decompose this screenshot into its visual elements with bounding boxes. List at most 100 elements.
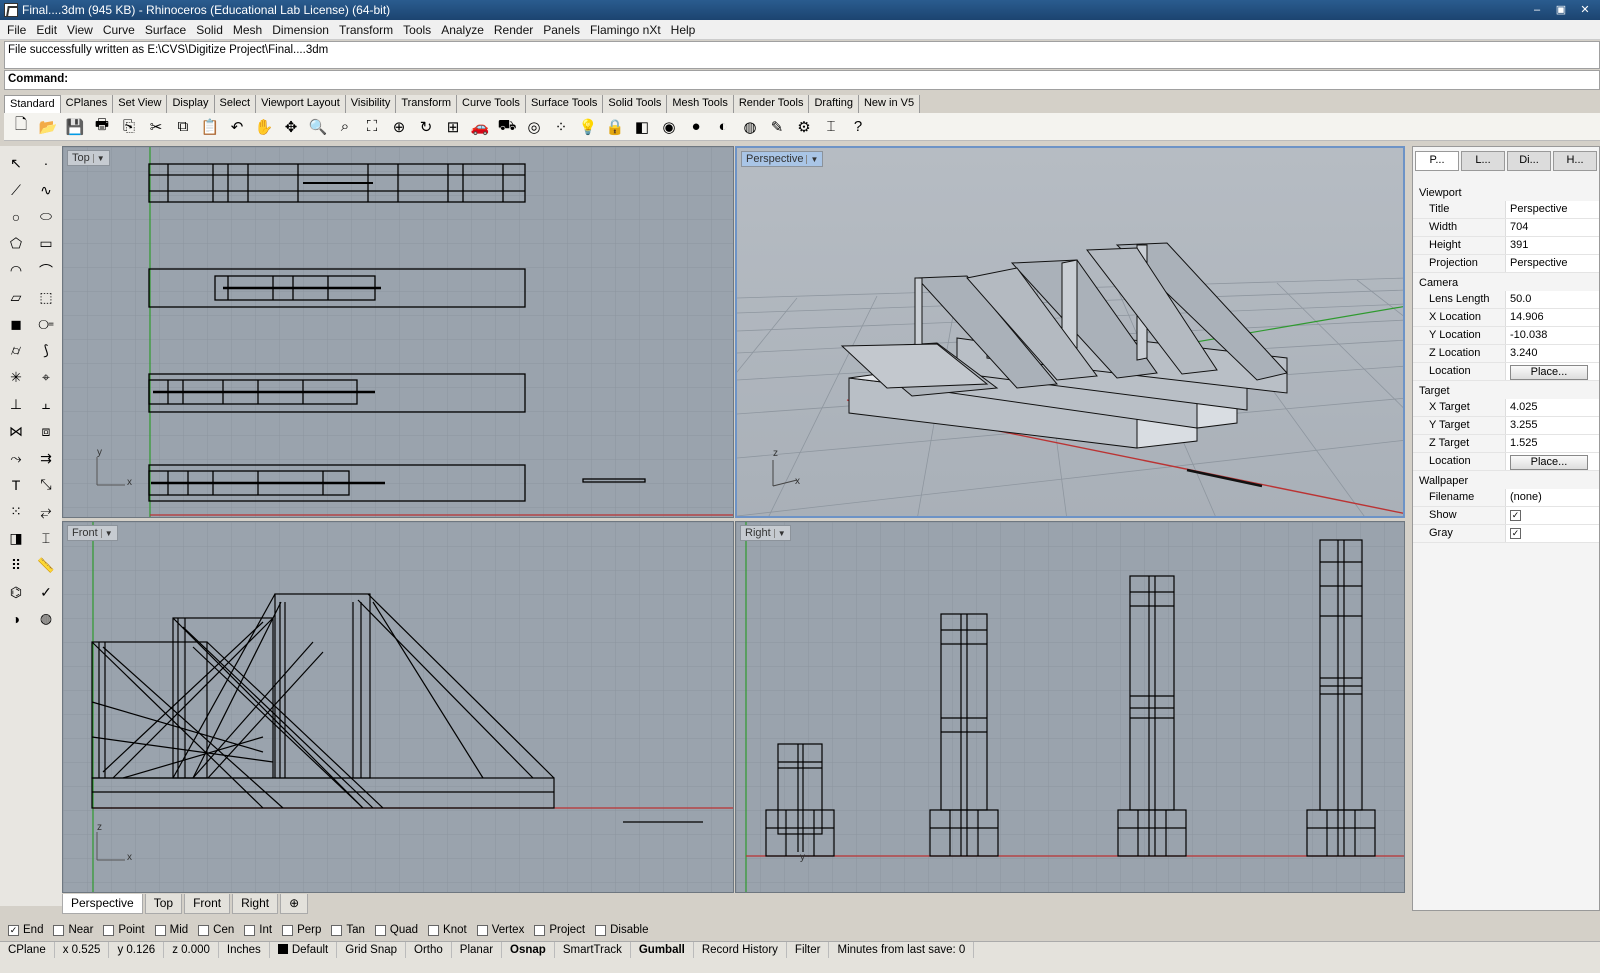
prop-value-ztarget[interactable]: 1.525 bbox=[1505, 435, 1599, 452]
zoom-selected-icon[interactable]: ⊕ bbox=[386, 115, 412, 139]
target-place-button[interactable]: Place... bbox=[1510, 455, 1588, 470]
shaded-sphere-icon[interactable]: ◐ bbox=[710, 115, 736, 139]
dimension-icon[interactable]: ⌶ bbox=[818, 115, 844, 139]
osnap-checkbox[interactable] bbox=[154, 924, 166, 936]
chevron-down-icon[interactable]: ▼ bbox=[773, 528, 786, 538]
osnap-checkbox[interactable]: ✓ bbox=[8, 924, 19, 936]
box-icon[interactable]: ◼ bbox=[1, 311, 31, 338]
osnap-checkbox[interactable] bbox=[428, 924, 440, 936]
cut-icon[interactable]: ✂ bbox=[143, 115, 169, 139]
maximize-button[interactable]: ▣ bbox=[1550, 2, 1572, 17]
osnap-checkbox[interactable] bbox=[534, 924, 546, 936]
zoom-window-icon[interactable]: ⌕ bbox=[332, 115, 358, 139]
menu-panels[interactable]: Panels bbox=[538, 23, 585, 37]
osnap-disable[interactable]: Disable bbox=[595, 924, 648, 936]
viewport-top[interactable]: y x Top ▼ bbox=[62, 146, 734, 518]
osnap-project[interactable]: Project bbox=[534, 924, 585, 936]
prop-value-yloc[interactable]: -10.038 bbox=[1505, 327, 1599, 344]
tab-display[interactable]: Di... bbox=[1507, 151, 1551, 171]
copy-icon[interactable]: ⧉ bbox=[170, 115, 196, 139]
tab-render-tools[interactable]: Render Tools bbox=[733, 95, 810, 113]
prop-value-height[interactable]: 391 bbox=[1505, 237, 1599, 254]
tab-new-in-v5[interactable]: New in V5 bbox=[858, 95, 921, 113]
four-viewports-icon[interactable]: ⊞ bbox=[440, 115, 466, 139]
osnap-point[interactable]: Point bbox=[103, 924, 145, 936]
osnap-mid[interactable]: Mid bbox=[154, 924, 188, 936]
paint-icon[interactable]: ✎ bbox=[764, 115, 790, 139]
render-icon[interactable]: ◍ bbox=[737, 115, 763, 139]
blend-icon[interactable]: ⤳ bbox=[1, 445, 31, 472]
chevron-down-icon[interactable]: ▼ bbox=[806, 154, 818, 164]
tab-solid-tools[interactable]: Solid Tools bbox=[603, 95, 668, 113]
settings-icon[interactable]: ⚙ bbox=[791, 115, 817, 139]
viewport-label-front[interactable]: Front ▼ bbox=[67, 525, 118, 541]
add-viewport-tab-button[interactable]: ⊕ bbox=[280, 894, 309, 914]
status-filter[interactable]: Filter bbox=[787, 942, 830, 958]
select-arrow-icon[interactable]: ↖ bbox=[1, 150, 31, 177]
cylinder-icon[interactable]: ⌭ bbox=[1, 338, 31, 365]
status-record-history[interactable]: Record History bbox=[694, 942, 787, 958]
osnap-checkbox[interactable] bbox=[244, 924, 256, 936]
menu-flamingo-nxt[interactable]: Flamingo nXt bbox=[585, 23, 666, 37]
analyze-icon[interactable]: ⌬ bbox=[1, 579, 31, 606]
osnap-checkbox[interactable] bbox=[476, 924, 488, 936]
tab-display[interactable]: Display bbox=[167, 95, 215, 113]
status-gumball[interactable]: Gumball bbox=[631, 942, 694, 958]
color-wheel-icon[interactable]: ◉ bbox=[656, 115, 682, 139]
tab-surface-tools[interactable]: Surface Tools bbox=[525, 95, 604, 113]
array-icon[interactable]: ⁙ bbox=[1, 498, 31, 525]
tab-standard[interactable]: Standard bbox=[4, 95, 61, 113]
tab-cplanes[interactable]: CPlanes bbox=[60, 95, 114, 113]
camera-place-button[interactable]: Place... bbox=[1510, 365, 1588, 380]
dimension-icon[interactable]: ⌶ bbox=[31, 525, 61, 552]
viewport-right[interactable]: y Right ▼ bbox=[735, 521, 1405, 893]
minimize-button[interactable]: ‒ bbox=[1526, 2, 1548, 17]
osnap-cen[interactable]: Cen bbox=[198, 924, 234, 936]
curve-icon[interactable]: ∿ bbox=[31, 177, 61, 204]
menu-curve[interactable]: Curve bbox=[98, 23, 140, 37]
menu-view[interactable]: View bbox=[62, 23, 98, 37]
zoom-icon[interactable]: 🔍 bbox=[305, 115, 331, 139]
osnap-int[interactable]: Int bbox=[244, 924, 272, 936]
rendered-sphere-icon[interactable]: ● bbox=[683, 115, 709, 139]
arc-icon[interactable]: ◠ bbox=[1, 257, 31, 284]
group-icon[interactable]: ⧈ bbox=[31, 418, 61, 445]
viewport-label-perspective[interactable]: Perspective ▼ bbox=[741, 151, 824, 167]
status-grid-snap[interactable]: Grid Snap bbox=[337, 942, 407, 958]
status-osnap[interactable]: Osnap bbox=[502, 942, 555, 958]
shaded-car-icon[interactable]: ⛟ bbox=[494, 115, 520, 139]
points-icon[interactable]: ⁘ bbox=[548, 115, 574, 139]
undo-icon[interactable]: ↶ bbox=[224, 115, 250, 139]
point-icon[interactable]: · bbox=[31, 150, 61, 177]
viewport-perspective[interactable]: z x Perspective ▼ bbox=[735, 146, 1405, 518]
chevron-down-icon[interactable]: ▼ bbox=[92, 153, 105, 163]
surface-icon[interactable]: ▱ bbox=[1, 284, 31, 311]
close-button[interactable]: ✕ bbox=[1574, 2, 1596, 17]
viewport-tab-front[interactable]: Front bbox=[184, 894, 231, 914]
text-icon[interactable]: T bbox=[1, 472, 31, 499]
import-icon[interactable]: ⎘ bbox=[116, 115, 142, 139]
tab-visibility[interactable]: Visibility bbox=[345, 95, 397, 113]
command-input[interactable] bbox=[74, 73, 1596, 87]
prop-value-projection[interactable]: Perspective bbox=[1505, 255, 1599, 272]
status-planar[interactable]: Planar bbox=[452, 942, 503, 958]
tab-transform[interactable]: Transform bbox=[396, 95, 458, 113]
osnap-quad[interactable]: Quad bbox=[374, 924, 418, 936]
polygon-icon[interactable]: ⬠ bbox=[1, 230, 31, 257]
rectangle-icon[interactable]: ▭ bbox=[31, 230, 61, 257]
viewport-tab-perspective[interactable]: Perspective bbox=[62, 894, 143, 914]
tab-layers[interactable]: L... bbox=[1461, 151, 1505, 171]
chevron-down-icon[interactable]: ▼ bbox=[100, 528, 113, 538]
menu-transform[interactable]: Transform bbox=[334, 23, 398, 37]
explode-icon[interactable]: ✳ bbox=[1, 364, 31, 391]
viewport-tab-top[interactable]: Top bbox=[144, 894, 183, 914]
osnap-checkbox[interactable] bbox=[282, 924, 294, 936]
menu-dimension[interactable]: Dimension bbox=[267, 23, 334, 37]
status-units[interactable]: Inches bbox=[219, 942, 270, 958]
prop-value-width[interactable]: 704 bbox=[1505, 219, 1599, 236]
block-icon[interactable]: ◨ bbox=[1, 525, 31, 552]
viewport-label-right[interactable]: Right ▼ bbox=[740, 525, 791, 541]
edit-point-icon[interactable]: ⌖ bbox=[31, 364, 61, 391]
menu-solid[interactable]: Solid bbox=[191, 23, 228, 37]
tab-properties[interactable]: P... bbox=[1415, 151, 1459, 171]
